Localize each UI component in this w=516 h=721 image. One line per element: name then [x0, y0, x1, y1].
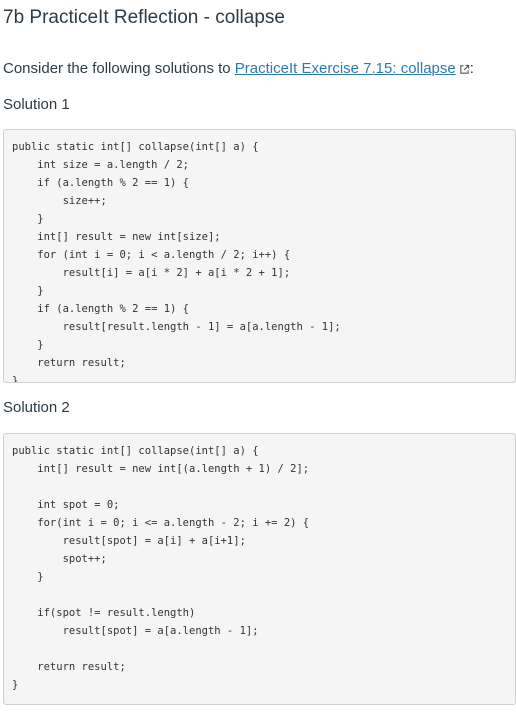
code-line: return result;	[12, 357, 126, 369]
code-line: }	[12, 375, 19, 383]
intro-paragraph: Consider the following solutions to Prac…	[3, 59, 516, 79]
solution-1-code-block: public static int[] collapse(int[] a) { …	[3, 129, 516, 383]
code-line: public static int[] collapse(int[] a) {	[12, 445, 259, 457]
code-line: result[spot] = a[i] + a[i+1];	[12, 535, 246, 547]
code-line: size++;	[12, 195, 107, 207]
code-line: result[result.length - 1] = a[a.length -…	[12, 321, 341, 333]
external-link-icon	[460, 64, 469, 74]
solution-2-code-block: public static int[] collapse(int[] a) { …	[3, 433, 516, 705]
code-line: if (a.length % 2 == 1) {	[12, 303, 190, 315]
code-line: return result;	[12, 661, 126, 673]
code-line: spot++;	[12, 553, 107, 565]
code-line: int size = a.length / 2;	[12, 159, 190, 171]
intro-text: Consider the following solutions to	[3, 60, 235, 77]
page-title: 7b PracticeIt Reflection - collapse	[3, 7, 285, 28]
intro-suffix: :	[469, 60, 474, 77]
code-line: for(int i = 0; i <= a.length - 2; i += 2…	[12, 517, 310, 529]
code-line: }	[12, 339, 44, 351]
code-line: for (int i = 0; i < a.length / 2; i++) {	[12, 249, 291, 261]
page-content: 7b PracticeIt Reflection - collapse Cons…	[0, 0, 516, 705]
code-line: int[] result = new int[size];	[12, 231, 221, 243]
practiceit-exercise-link[interactable]: PracticeIt Exercise 7.15: collapse	[235, 60, 456, 77]
code-line: int spot = 0;	[12, 499, 120, 511]
code-line: }	[12, 571, 44, 583]
code-line: if(spot != result.length)	[12, 607, 196, 619]
code-line: int[] result = new int[(a.length + 1) / …	[12, 463, 310, 475]
solution-2-heading: Solution 2	[3, 399, 70, 416]
code-line: }	[12, 679, 19, 691]
code-line: }	[12, 213, 44, 225]
code-line: if (a.length % 2 == 1) {	[12, 177, 190, 189]
code-line: public static int[] collapse(int[] a) {	[12, 141, 259, 153]
code-line: }	[12, 285, 44, 297]
solution-1-heading: Solution 1	[3, 96, 70, 113]
code-line: result[i] = a[i * 2] + a[i * 2 + 1];	[12, 267, 291, 279]
code-line: result[spot] = a[a.length - 1];	[12, 625, 259, 637]
